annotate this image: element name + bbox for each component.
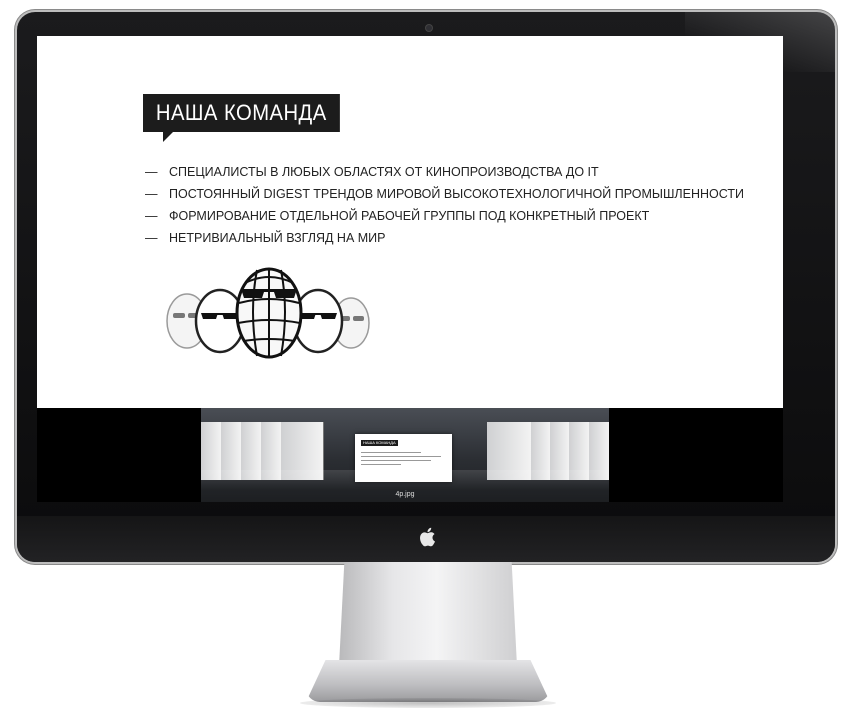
- selected-file-name: 4p.jpg: [395, 491, 415, 498]
- camera-icon: [426, 25, 432, 31]
- thumb-title: НАША КОМАНДА: [361, 440, 398, 446]
- thumb-line: [361, 452, 421, 453]
- bullet-marker: —: [145, 187, 158, 201]
- bullet-marker: —: [145, 209, 158, 223]
- apple-icon: [420, 527, 435, 547]
- preview-strip: НАША КОМАНДА 4p.jpg: [37, 408, 783, 502]
- bullet-marker: —: [145, 231, 158, 245]
- bullet-list: — СПЕЦИАЛИСТЫ В ЛЮБЫХ ОБЛАСТЯХ ОТ КИНОПРО…: [145, 161, 744, 249]
- list-item: — ПОСТОЯННЫЙ DIGEST ТРЕНДОВ МИРОВОЙ ВЫСОК…: [145, 183, 744, 205]
- egg-characters-illustration: [166, 267, 370, 359]
- list-item: — НЕТРИВИАЛЬНЫЙ ВЗГЛЯД НА МИР: [145, 227, 744, 249]
- stand-shadow: [300, 698, 556, 708]
- bullet-text: ПОСТОЯННЫЙ DIGEST ТРЕНДОВ МИРОВОЙ ВЫСОКО…: [169, 187, 744, 201]
- speech-bubble-tail: [163, 132, 173, 142]
- screen: НАША КОМАНДА — СПЕЦИАЛИСТЫ В ЛЮБЫХ ОБЛАСТ…: [37, 36, 783, 502]
- thumb-line: [361, 456, 441, 457]
- monitor-stand-neck: [339, 562, 517, 666]
- thumb-line: [361, 460, 431, 461]
- bullet-marker: —: [145, 165, 158, 179]
- slide-title: НАША КОМАНДА: [143, 94, 340, 132]
- bullet-text: НЕТРИВИАЛЬНЫЙ ВЗГЛЯД НА МИР: [169, 231, 386, 245]
- bullet-text: СПЕЦИАЛИСТЫ В ЛЮБЫХ ОБЛАСТЯХ ОТ КИНОПРОИ…: [169, 165, 599, 179]
- monitor-stand-base: [306, 660, 550, 702]
- list-item: — ФОРМИРОВАНИЕ ОТДЕЛЬНОЙ РАБОЧЕЙ ГРУППЫ П…: [145, 205, 744, 227]
- thumb-line: [361, 464, 401, 465]
- list-item: — СПЕЦИАЛИСТЫ В ЛЮБЫХ ОБЛАСТЯХ ОТ КИНОПРО…: [145, 161, 744, 183]
- presentation-slide: НАША КОМАНДА — СПЕЦИАЛИСТЫ В ЛЮБЫХ ОБЛАСТ…: [37, 36, 783, 408]
- bullet-text: ФОРМИРОВАНИЕ ОТДЕЛЬНОЙ РАБОЧЕЙ ГРУППЫ ПО…: [169, 209, 650, 223]
- coverflow-browser[interactable]: НАША КОМАНДА 4p.jpg: [201, 408, 609, 502]
- coverflow-reflection: [201, 470, 609, 490]
